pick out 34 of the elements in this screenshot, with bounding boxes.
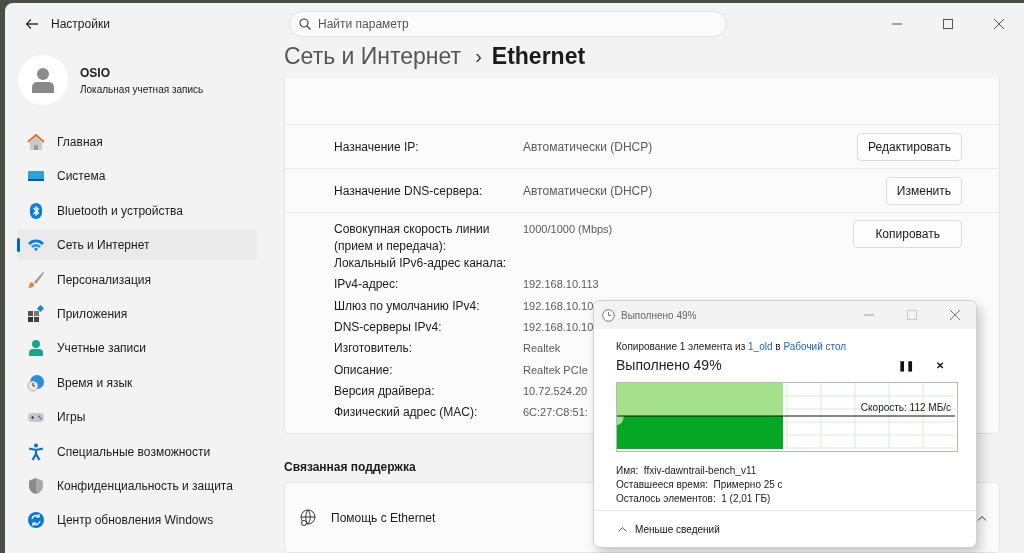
property-label: Локальный IPv6-адрес канала:: [334, 255, 508, 273]
property-value: 1000/1000 (Mbps): [523, 222, 613, 238]
detail-line: Имя: ffxiv-dawntrail-bench_v11: [616, 464, 758, 478]
property-value: 192.168.10.10: [523, 319, 594, 335]
detail-line: Оставшееся время: Примерно 25 с: [616, 478, 784, 492]
property-label: Шлюз по умолчанию IPv4:: [334, 297, 481, 315]
progress-status: Выполнено 49%: [616, 357, 722, 373]
property-label: Совокупная скорость линии (прием и передача):: [334, 221, 491, 256]
window-title: Настройки: [51, 17, 111, 31]
property-label: Версия драйвера:: [334, 382, 436, 400]
property-value: 192.168.10.10: [523, 298, 594, 314]
property-label: Описание:: [334, 361, 394, 379]
speed-label: Скорость: 112 МБ/с: [860, 402, 951, 413]
detail-line: Осталось элементов: 1 (2,01 ГБ): [616, 492, 772, 506]
property-label: IPv4-адрес:: [334, 276, 400, 294]
setting-label: Назначение DNS-сервера:: [334, 183, 484, 198]
property-value: 192.168.10.113: [523, 277, 599, 293]
property-label: Физический адрес (MAC):: [334, 404, 479, 422]
setting-label: Назначение IP:: [334, 139, 420, 154]
property-value: Realtek PCIe: [523, 362, 588, 378]
account-name: OSIO: [80, 65, 111, 80]
setting-value: Автоматически (DHCP): [523, 139, 653, 154]
property-label: DNS-серверы IPv4:: [334, 318, 443, 336]
copy-summary: Копирование 1 элемента из 1_old в Рабочий стол: [616, 341, 848, 352]
setting-value: Автоматически (DHCP): [523, 183, 653, 198]
page-title: Ethernet: [491, 43, 586, 71]
dialog-title: Выполнено 49%: [621, 309, 697, 321]
account-type: Локальная учетная запись: [80, 83, 204, 95]
property-value: 6C:27:C8:51:: [523, 405, 588, 421]
section-heading: Связанная поддержка: [284, 460, 416, 475]
property-value: Realtek: [523, 341, 561, 357]
property-value: 10.72.524.20: [523, 383, 588, 399]
property-label: Изготовитель:: [334, 340, 413, 358]
breadcrumb-separator: ›: [475, 45, 482, 69]
